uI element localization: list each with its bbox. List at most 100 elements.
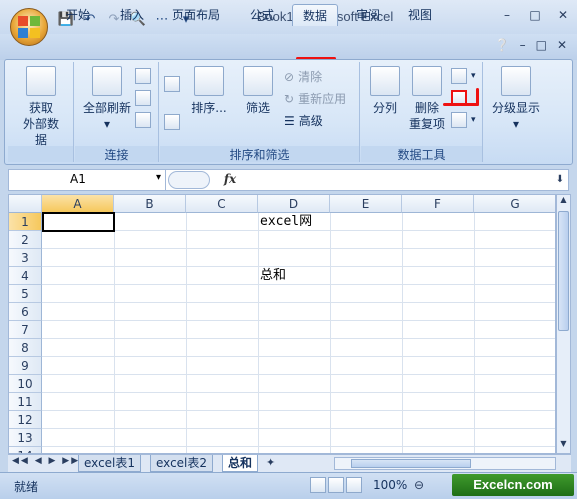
properties-icon[interactable] (135, 90, 151, 106)
sort-za-button[interactable] (164, 114, 180, 130)
sort-button[interactable]: 排序... (186, 66, 232, 116)
insert-sheet-icon[interactable]: ✦ (266, 456, 275, 469)
row-header[interactable]: 2 (9, 231, 42, 249)
normal-view-icon[interactable] (310, 477, 326, 493)
outline-icon (501, 66, 531, 96)
page-break-view-icon[interactable] (346, 477, 362, 493)
sheet-navigation-icon[interactable]: ◀◀ ◀ ▶ ▶▶ (12, 456, 80, 466)
zoom-out-icon[interactable]: ⊖ (414, 478, 424, 492)
column-header-g[interactable]: G (474, 195, 555, 213)
name-box[interactable]: A1 ▾ (8, 169, 166, 191)
chevron-down-icon[interactable]: ▾ (156, 172, 161, 183)
remove-duplicates-button[interactable]: 删除 重复项 (405, 66, 449, 132)
text-to-columns-button[interactable]: 分列 (365, 66, 405, 116)
column-header-f[interactable]: F (402, 195, 474, 213)
row-header[interactable]: 14 (9, 447, 42, 453)
maximize-button[interactable]: □ (527, 8, 543, 22)
office-button[interactable] (10, 8, 48, 46)
column-header-d[interactable]: D (258, 195, 330, 213)
row-header[interactable]: 12 (9, 411, 42, 429)
cell-d4[interactable]: 总和 (258, 267, 286, 285)
row-header[interactable]: 8 (9, 339, 42, 357)
advanced-filter-button[interactable]: ☰ 高级 (284, 112, 323, 129)
tab-view[interactable]: 视图 (398, 4, 442, 26)
sort-filter-group-label: 排序和筛选 (160, 146, 359, 162)
grid-line (42, 302, 555, 303)
row-header[interactable]: 10 (9, 375, 42, 393)
scroll-up-icon[interactable]: ▲ (557, 195, 570, 209)
data-validation-button[interactable]: ▾ (451, 68, 476, 84)
filter-button[interactable]: 筛选 (238, 66, 278, 116)
cell-d1[interactable]: excel网 (258, 213, 312, 231)
sort-az-button[interactable] (164, 76, 180, 92)
sheet-tab-active[interactable]: 总和 (222, 455, 259, 472)
grid-line (330, 213, 331, 453)
row-header[interactable]: 3 (9, 249, 42, 267)
row-header[interactable]: 1 (9, 213, 42, 231)
scroll-thumb[interactable] (558, 211, 569, 331)
scroll-down-icon[interactable]: ▼ (557, 439, 570, 453)
spreadsheet-grid[interactable]: A B C D E F G 1 2 3 4 5 6 7 8 9 10 11 12… (8, 194, 556, 454)
grid-line (42, 266, 555, 267)
group-data-tools: 分列 删除 重复项 ▾ ▾ 数据工具 (361, 62, 483, 162)
watermark-logo: Excelcn.com (452, 474, 574, 496)
zoom-level[interactable]: 100% (373, 478, 407, 492)
column-header-c[interactable]: C (186, 195, 258, 213)
row-header[interactable]: 4 (9, 267, 42, 285)
expand-formula-bar-icon[interactable]: ⬇ (552, 171, 568, 189)
grid-line (474, 213, 475, 453)
vertical-scrollbar[interactable]: ▲ ▼ (556, 194, 571, 454)
edit-links-icon[interactable] (135, 112, 151, 128)
sort-descending-icon (164, 114, 180, 130)
row-header[interactable]: 11 (9, 393, 42, 411)
ribbon-minimize-icon[interactable]: – (520, 38, 526, 52)
column-header-b[interactable]: B (114, 195, 186, 213)
status-mode: 就绪 (14, 480, 39, 494)
ribbon-restore-icon[interactable]: □ (536, 38, 547, 52)
tab-review[interactable]: 审阅 (346, 4, 390, 26)
row-header[interactable]: 6 (9, 303, 42, 321)
reapply-label: 重新应用 (298, 92, 347, 106)
edit-links-row (135, 112, 151, 128)
reapply-button[interactable]: ↻ 重新应用 (284, 90, 346, 107)
minimize-button[interactable]: – (499, 8, 515, 22)
external-group-label (8, 146, 73, 162)
office-logo-icon (18, 16, 40, 38)
active-cell-a1[interactable] (42, 212, 115, 232)
clear-filter-icon: ⊘ (284, 69, 295, 84)
tab-formulas[interactable]: 公式 (240, 4, 284, 26)
page-layout-view-icon[interactable] (328, 477, 344, 493)
sheet-tab[interactable]: excel表1 (78, 455, 142, 472)
select-all-corner[interactable] (9, 195, 42, 213)
row-header[interactable]: 7 (9, 321, 42, 339)
sheet-tab[interactable]: excel表2 (150, 455, 214, 472)
clear-button[interactable]: ⊘ 清除 (284, 68, 322, 85)
help-icon[interactable]: ❔ (495, 38, 510, 52)
ribbon-controls: ❔ – □ ✕ (495, 38, 567, 52)
window-controls: – □ ✕ (499, 8, 571, 22)
get-external-data-button[interactable]: 获取 外部数据 (18, 66, 64, 148)
grid-line (42, 338, 555, 339)
tab-home[interactable]: 开始 (56, 4, 100, 26)
outline-button[interactable]: 分级显示 ▾ (488, 66, 544, 132)
tab-insert[interactable]: 插入 (110, 4, 154, 26)
horizontal-scroll-thumb[interactable] (351, 459, 471, 468)
connections-icon[interactable] (135, 68, 151, 84)
row-header[interactable]: 9 (9, 357, 42, 375)
remove-dup-label: 删除 (414, 101, 439, 115)
row-header[interactable]: 13 (9, 429, 42, 447)
insert-function-icon[interactable]: fx (220, 172, 240, 186)
close-button[interactable]: ✕ (555, 8, 571, 22)
row-header[interactable]: 5 (9, 285, 42, 303)
formula-input[interactable] (244, 172, 550, 190)
refresh-all-button[interactable]: 全部刷新 ▾ (79, 66, 135, 132)
column-header-e[interactable]: E (330, 195, 402, 213)
sort-dialog-icon (194, 66, 224, 96)
refresh-icon (92, 66, 122, 96)
horizontal-scrollbar[interactable] (334, 457, 556, 470)
what-if-analysis-button[interactable]: ▾ (451, 112, 476, 128)
tab-page-layout[interactable]: 页面布局 (162, 4, 230, 26)
tab-data[interactable]: 数据 (292, 4, 339, 26)
ribbon-close-icon[interactable]: ✕ (557, 38, 567, 52)
column-header-a[interactable]: A (42, 195, 114, 213)
